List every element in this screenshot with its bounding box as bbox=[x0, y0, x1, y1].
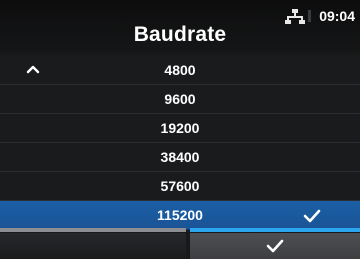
list-item-4800[interactable]: 4800 bbox=[0, 56, 360, 85]
header-bar: 09:04 Baudrate bbox=[0, 0, 360, 52]
list-item-19200[interactable]: 19200 bbox=[0, 114, 360, 143]
checkmark-icon bbox=[303, 209, 321, 223]
page-title: Baudrate bbox=[133, 23, 227, 46]
list-item-label: 4800 bbox=[164, 62, 196, 78]
list-item-9600[interactable]: 9600 bbox=[0, 85, 360, 114]
list-item-label: 9600 bbox=[164, 91, 196, 107]
footer-bar bbox=[0, 233, 360, 259]
right-button-indicator bbox=[190, 228, 360, 232]
back-button[interactable] bbox=[0, 233, 186, 259]
list-item-38400[interactable]: 38400 bbox=[0, 143, 360, 172]
printer-screen: 09:04 Baudrate 4800 9600 19200 38400 576… bbox=[0, 0, 360, 259]
baudrate-list: 4800 9600 19200 38400 57600 115200 bbox=[0, 56, 360, 230]
network-icon bbox=[285, 9, 306, 24]
list-item-label: 57600 bbox=[160, 178, 200, 194]
left-button-indicator bbox=[0, 228, 186, 232]
status-area: 09:04 bbox=[284, 8, 355, 24]
clock-time: 09:04 bbox=[319, 8, 355, 24]
signal-indicator bbox=[308, 10, 312, 22]
list-item-label: 19200 bbox=[160, 120, 200, 136]
list-item-label: 38400 bbox=[160, 149, 200, 165]
list-item-115200-selected[interactable]: 115200 bbox=[0, 201, 360, 230]
confirm-button[interactable] bbox=[190, 233, 360, 259]
checkmark-icon bbox=[266, 239, 284, 253]
list-item-57600[interactable]: 57600 bbox=[0, 172, 360, 201]
chevron-up-icon[interactable] bbox=[26, 64, 40, 74]
list-item-label: 115200 bbox=[157, 207, 203, 223]
